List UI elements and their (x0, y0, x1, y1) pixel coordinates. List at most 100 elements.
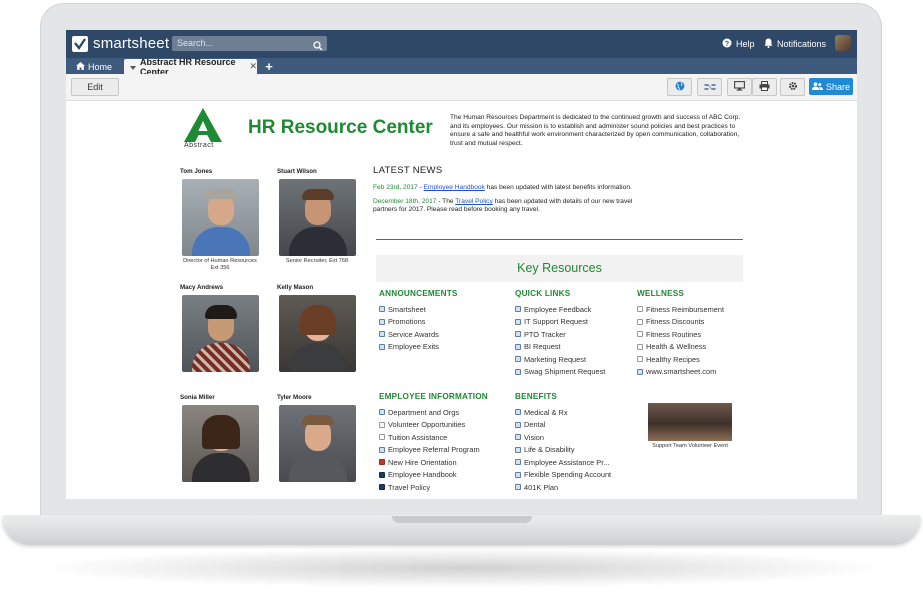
sheet-icon (515, 471, 521, 478)
list-item-label: Healthy Recipes (646, 354, 700, 364)
list-item-label: Flexible Spending Account (524, 470, 612, 480)
list-item[interactable]: Employee Exits (379, 341, 458, 354)
list-item-label: Marketing Request (524, 354, 587, 364)
announcements-section: ANNOUNCEMENTS Smartsheet Promotions Serv… (379, 289, 458, 353)
list-item[interactable]: www.smartsheet.com (637, 366, 724, 379)
list-item[interactable]: Marketing Request (515, 353, 605, 366)
volunteer-event-photo[interactable] (648, 403, 732, 441)
person-name: Sonia Miller (180, 394, 215, 401)
list-item-label: Fitness Discounts (646, 317, 705, 327)
search-icon[interactable] (313, 38, 323, 56)
tab-abstract-hr[interactable]: Abstract HR Resource Center ✕ (124, 57, 257, 77)
travel-policy-link[interactable]: Travel Policy (455, 198, 493, 205)
share-button[interactable]: Share (809, 78, 853, 95)
list-item-label: Medical & Rx (524, 407, 568, 417)
search-input[interactable]: Search... (172, 36, 327, 51)
person-photo[interactable] (279, 295, 356, 372)
user-avatar[interactable] (835, 35, 851, 51)
person-photo[interactable] (182, 295, 259, 372)
list-item[interactable]: Fitness Routines (637, 328, 724, 341)
list-item[interactable]: BI Request (515, 341, 605, 354)
person-name: Tom Jones (180, 168, 213, 175)
list-item-label: PTO Tracker (524, 329, 566, 339)
chevron-down-icon[interactable] (130, 62, 136, 72)
news-date: Feb 23rd, 2017 (373, 184, 418, 191)
list-item[interactable]: Fitness Reimbursement (637, 303, 724, 316)
list-item[interactable]: Smartsheet (379, 303, 458, 316)
list-item[interactable]: New Hire Orientation (379, 456, 488, 469)
list-item[interactable]: Life & Disability (515, 444, 611, 457)
quick-links-section: QUICK LINKS Employee Feedback IT Support… (515, 289, 605, 378)
link-icon (637, 368, 643, 375)
app-window: smartsheet Search... ? Help Notification… (66, 30, 857, 499)
divider (376, 239, 743, 240)
settings-button[interactable] (780, 78, 805, 96)
edit-button[interactable]: Edit (71, 78, 119, 96)
help-button[interactable]: ? Help (722, 38, 755, 50)
list-item[interactable]: IT Support Request (515, 316, 605, 329)
globe-button[interactable] (667, 78, 692, 96)
news-date: December 18th, 2017 (373, 198, 437, 205)
list-item[interactable]: Swag Shipment Request (515, 366, 605, 379)
close-tab-icon[interactable]: ✕ (249, 61, 257, 72)
list-item[interactable]: Vision (515, 431, 611, 444)
smartsheet-logo[interactable]: smartsheet (72, 35, 169, 52)
person-card: Macy Andrews (180, 284, 270, 374)
tab-home[interactable]: Home (66, 59, 122, 74)
list-item[interactable]: Tuition Assistance (379, 431, 488, 444)
list-item-label: Travel Policy (388, 482, 431, 492)
list-item[interactable]: Volunteer Opportunities (379, 419, 488, 432)
news-item: December 18th, 2017 - The Travel Policy … (373, 198, 655, 215)
section-heading: EMPLOYEE INFORMATION (379, 392, 488, 401)
document-icon (379, 421, 385, 428)
list-item[interactable]: Employee Assistance Pr... (515, 456, 611, 469)
employee-handbook-link[interactable]: Employee Handbook (424, 184, 485, 191)
print-icon (759, 78, 770, 96)
person-photo[interactable] (279, 179, 356, 256)
list-item[interactable]: Employee Referral Program (379, 444, 488, 457)
list-item-label: Employee Assistance Pr... (524, 457, 610, 467)
pdf-icon (379, 459, 385, 466)
benefits-section: BENEFITS Medical & Rx Dental Vision Life… (515, 392, 611, 494)
sheet-icon (515, 434, 521, 441)
list-item[interactable]: Travel Policy (379, 481, 488, 494)
person-name: Stuart Wilson (277, 168, 317, 175)
list-item[interactable]: Healthy Recipes (637, 353, 724, 366)
list-item-label: Dental (524, 420, 546, 430)
present-button[interactable] (727, 78, 752, 96)
section-heading: WELLNESS (637, 289, 685, 298)
person-photo[interactable] (182, 405, 259, 482)
document-icon (637, 343, 643, 350)
person-card: Tyler Moore (277, 394, 367, 484)
list-item[interactable]: PTO Tracker (515, 328, 605, 341)
person-name: Tyler Moore (277, 394, 312, 401)
page-title: HR Resource Center (248, 117, 433, 138)
person-photo[interactable] (182, 179, 259, 256)
key-resources-banner: Key Resources (376, 255, 743, 282)
document-icon (637, 318, 643, 325)
list-item[interactable]: Dental (515, 419, 611, 432)
list-item[interactable]: Employee Feedback (515, 303, 605, 316)
list-item[interactable]: Service Awards (379, 328, 458, 341)
person-title: Director of Human Resources Ext 356 (183, 258, 257, 271)
add-tab-button[interactable]: + (260, 59, 278, 74)
word-doc-icon (379, 471, 385, 478)
top-bar: smartsheet Search... ? Help Notification… (66, 30, 857, 58)
list-item-label: www.smartsheet.com (646, 367, 717, 377)
print-button[interactable] (752, 78, 777, 96)
list-item[interactable]: Promotions (379, 316, 458, 329)
list-item[interactable]: Fitness Discounts (637, 316, 724, 329)
person-photo[interactable] (279, 405, 356, 482)
list-item[interactable]: Flexible Spending Account (515, 469, 611, 482)
list-item[interactable]: Health & Wellness (637, 341, 724, 354)
bell-icon (764, 38, 773, 50)
sheet-link-button[interactable] (697, 78, 722, 96)
employee-information-section: EMPLOYEE INFORMATION Department and Orgs… (379, 392, 488, 494)
form-icon (379, 446, 385, 453)
notifications-button[interactable]: Notifications (764, 38, 826, 50)
list-item[interactable]: Department and Orgs (379, 406, 488, 419)
list-item[interactable]: Employee Handbook (379, 469, 488, 482)
list-item[interactable]: Medical & Rx (515, 406, 611, 419)
list-item[interactable]: 401K Plan (515, 481, 611, 494)
intro-text: The Human Resources Department is dedica… (450, 114, 741, 147)
